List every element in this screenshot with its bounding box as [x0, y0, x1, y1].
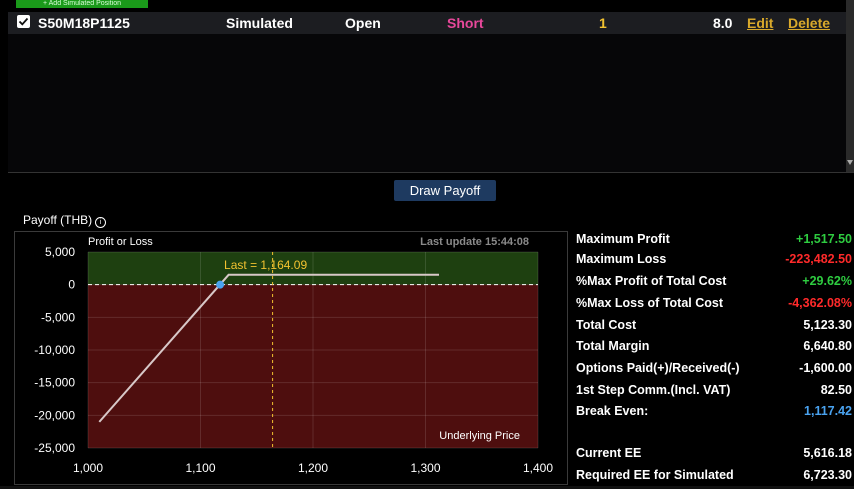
stat-value: 82.50 — [820, 383, 852, 397]
y-axis-label: Profit or Loss — [88, 236, 153, 248]
x-tick-label: 1,300 — [410, 461, 440, 475]
payoff-title-text: Payoff (THB) — [23, 213, 93, 227]
stat-label: Required EE for Simulated — [576, 468, 734, 482]
y-tick-label: 0 — [68, 278, 75, 292]
last-update: Last update 15:44:08 — [420, 236, 529, 248]
check-icon — [18, 17, 29, 26]
payoff-title: Payoff (THB) i — [23, 213, 107, 228]
stat-value: 6,640.80 — [803, 339, 852, 353]
stat-row: %Max Profit of Total Cost +29.62% — [576, 272, 854, 292]
position-status: Open — [345, 15, 381, 31]
stat-value: -1,600.00 — [799, 361, 852, 375]
x-axis-label: Underlying Price — [439, 430, 520, 442]
position-quantity: 1 — [599, 15, 607, 31]
stat-row: Total Cost 5,123.30 — [576, 316, 854, 336]
stat-row: %Max Loss of Total Cost -4,362.08% — [576, 294, 854, 314]
y-tick-label: -25,000 — [34, 441, 75, 455]
stat-label: Break Even: — [576, 404, 649, 418]
stat-row: Maximum Loss -223,482.50 — [576, 250, 854, 270]
stat-label: Options Paid(+)/Received(-) — [576, 361, 740, 375]
info-icon[interactable]: i — [95, 217, 107, 228]
stat-row: Total Margin 6,640.80 — [576, 337, 854, 357]
x-tick-label: 1,200 — [298, 461, 328, 475]
stat-label: %Max Profit of Total Cost — [576, 274, 727, 288]
positions-scrollbar[interactable] — [846, 0, 854, 172]
stat-value: +29.62% — [802, 274, 852, 288]
stat-value: 5,123.30 — [803, 318, 852, 332]
position-side: Short — [447, 15, 484, 31]
y-tick-label: -10,000 — [34, 343, 75, 357]
stat-value: 1,117.42 — [804, 404, 852, 418]
position-row: S50M18P1125 Simulated Open Short 1 8.0 E… — [8, 12, 846, 34]
stat-value: 6,723.30 — [803, 468, 852, 482]
y-tick-label: -15,000 — [34, 376, 75, 390]
draw-payoff-button[interactable]: Draw Payoff — [394, 180, 496, 201]
edit-link[interactable]: Edit — [747, 15, 773, 31]
section-divider — [8, 172, 854, 173]
stat-label: Current EE — [576, 446, 642, 460]
position-symbol: S50M18P1125 — [38, 15, 130, 31]
stat-row: Maximum Profit +1,517.50 — [576, 230, 854, 250]
stat-value: +1,517.50 — [796, 232, 852, 246]
stat-label: Total Cost — [576, 318, 637, 332]
stat-row: Break Even: 1,117.42 — [576, 402, 854, 422]
stat-value: -4,362.08% — [788, 296, 852, 310]
position-price: 8.0 — [713, 15, 733, 31]
y-tick-label: -5,000 — [41, 310, 75, 324]
payoff-chart: 5,000 0 -5,000 -10,000 -15,000 -20,000 -25,000… — [14, 231, 568, 485]
position-type: Simulated — [226, 15, 293, 31]
y-tick-label: 5,000 — [45, 245, 75, 259]
stat-label: 1st Step Comm.(Incl. VAT) — [576, 383, 731, 397]
y-tick-label: -20,000 — [34, 408, 75, 422]
stat-row: 1st Step Comm.(Incl. VAT) 82.50 — [576, 381, 854, 401]
x-tick-label: 1,400 — [523, 461, 553, 475]
add-simulated-position-button[interactable]: + Add Simulated Position — [16, 0, 148, 8]
stat-label: Total Margin — [576, 339, 650, 353]
stat-label: Maximum Profit — [576, 232, 670, 246]
stat-value: -223,482.50 — [785, 252, 852, 266]
scroll-down-icon[interactable] — [847, 160, 853, 165]
position-checkbox[interactable] — [17, 15, 30, 28]
stat-label: %Max Loss of Total Cost — [576, 296, 724, 310]
x-tick-label: 1,000 — [73, 461, 103, 475]
delete-link[interactable]: Delete — [788, 15, 830, 31]
stat-row: Options Paid(+)/Received(-) -1,600.00 — [576, 359, 854, 379]
x-tick-label: 1,100 — [185, 461, 215, 475]
stat-row: Current EE 5,616.18 — [576, 444, 854, 464]
break-even-point[interactable] — [216, 280, 225, 289]
stat-row: Required EE for Simulated 6,723.30 — [576, 466, 854, 486]
positions-list — [8, 34, 846, 172]
last-price-label: Last = 1,164.09 — [224, 258, 307, 272]
stat-value: 5,616.18 — [803, 446, 852, 460]
stat-label: Maximum Loss — [576, 252, 667, 266]
